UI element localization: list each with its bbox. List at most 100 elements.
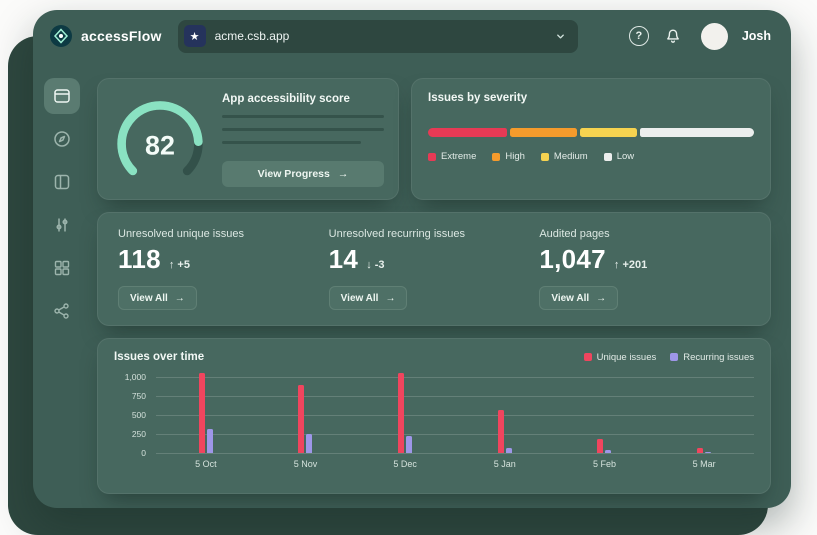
view-all-pages-button[interactable]: View All → bbox=[539, 286, 618, 310]
y-tick-label: 1,000 bbox=[125, 372, 146, 382]
sidebar-item-scan[interactable] bbox=[44, 78, 80, 114]
legend-label: Low bbox=[617, 151, 634, 162]
bar-group: 5 Jan bbox=[498, 377, 512, 453]
bar-pair bbox=[597, 439, 611, 453]
chart-legend-item: Unique issues bbox=[584, 352, 657, 363]
brand-logo: accessFlow bbox=[49, 24, 162, 48]
stat-value: 14 bbox=[329, 244, 359, 275]
sidebar-item-layout[interactable] bbox=[44, 164, 80, 200]
y-tick-label: 0 bbox=[141, 448, 146, 458]
notifications-button[interactable] bbox=[663, 26, 683, 46]
legend-label: Extreme bbox=[441, 151, 476, 162]
severity-legend-item: Extreme bbox=[428, 151, 476, 162]
domain-selector[interactable]: ★ acme.csb.app bbox=[178, 20, 578, 53]
bar-group: 5 Mar bbox=[697, 377, 711, 453]
arrow-right-icon: → bbox=[175, 293, 185, 304]
bar-group: 5 Nov bbox=[298, 377, 312, 453]
legend-label: Recurring issues bbox=[683, 352, 754, 363]
y-tick-label: 250 bbox=[132, 429, 146, 439]
x-tick-label: 5 Feb bbox=[593, 459, 616, 469]
severity-segment-extreme bbox=[428, 128, 507, 137]
arrow-right-icon: → bbox=[385, 293, 395, 304]
legend-swatch bbox=[584, 353, 592, 361]
legend-label: Unique issues bbox=[597, 352, 657, 363]
score-value: 82 bbox=[145, 130, 175, 160]
y-tick-label: 500 bbox=[132, 410, 146, 420]
bar-recurring-issues bbox=[605, 450, 611, 453]
stat-unresolved-recurring: Unresolved recurring issues 14 ↓ -3 View… bbox=[329, 228, 540, 310]
bar-recurring-issues bbox=[306, 434, 312, 453]
skeleton-line bbox=[222, 128, 384, 131]
issues-by-severity-card: Issues by severity ExtremeHighMediumLow bbox=[411, 78, 771, 200]
stat-audited-pages: Audited pages 1,047 ↑ +201 View All → bbox=[539, 228, 750, 310]
sidebar-item-share[interactable] bbox=[44, 293, 80, 329]
stat-change: ↑ +5 bbox=[169, 259, 190, 271]
topbar-actions: ? Josh bbox=[629, 23, 771, 50]
topbar: accessFlow ★ acme.csb.app ? Josh bbox=[33, 10, 791, 62]
chart-legend: Unique issues Recurring issues bbox=[584, 352, 754, 363]
legend-swatch bbox=[604, 153, 612, 161]
app-window: accessFlow ★ acme.csb.app ? Josh bbox=[33, 10, 791, 508]
bar-recurring-issues bbox=[506, 448, 512, 453]
skeleton-line bbox=[222, 115, 384, 118]
stat-value-row: 14 ↓ -3 bbox=[329, 244, 385, 275]
legend-label: High bbox=[505, 151, 525, 162]
bar-pair bbox=[398, 373, 412, 453]
stat-value: 118 bbox=[118, 244, 161, 275]
bar-group: 5 Oct bbox=[199, 377, 213, 453]
chart: 1,0007505002500 5 Oct5 Nov5 Dec5 Jan5 Fe… bbox=[114, 377, 754, 483]
chart-y-axis: 1,0007505002500 bbox=[114, 377, 146, 453]
sidebar-item-sliders[interactable] bbox=[44, 207, 80, 243]
bar-pair bbox=[298, 385, 312, 453]
view-all-label: View All bbox=[130, 293, 168, 304]
x-tick-label: 5 Oct bbox=[195, 459, 217, 469]
x-tick-label: 5 Dec bbox=[393, 459, 417, 469]
bar-pair bbox=[199, 373, 213, 453]
stat-change: ↓ -3 bbox=[366, 259, 384, 271]
x-tick-label: 5 Mar bbox=[693, 459, 716, 469]
stat-unresolved-unique: Unresolved unique issues 118 ↑ +5 View A… bbox=[118, 228, 329, 310]
y-tick-label: 750 bbox=[132, 391, 146, 401]
user-avatar[interactable] bbox=[701, 23, 728, 50]
severity-segment-low bbox=[640, 128, 754, 137]
x-tick-label: 5 Nov bbox=[294, 459, 318, 469]
stat-value: 1,047 bbox=[539, 244, 606, 275]
severity-segment-medium bbox=[580, 128, 637, 137]
issues-over-time-card: Issues over time Unique issuesRecurring … bbox=[97, 338, 771, 494]
view-all-unique-button[interactable]: View All → bbox=[118, 286, 197, 310]
bar-recurring-issues bbox=[207, 429, 213, 453]
grid-icon bbox=[52, 258, 72, 278]
bar-recurring-issues bbox=[406, 436, 412, 453]
severity-legend-item: High bbox=[492, 151, 525, 162]
arrow-right-icon: → bbox=[596, 293, 606, 304]
severity-legend-item: Low bbox=[604, 151, 634, 162]
severity-bar bbox=[428, 128, 754, 137]
accessflow-logo-icon bbox=[49, 24, 73, 48]
share-icon bbox=[52, 301, 72, 321]
stat-value-row: 118 ↑ +5 bbox=[118, 244, 190, 275]
score-gauge: 82 bbox=[112, 91, 208, 187]
score-card-right: App accessibility score View Progress → bbox=[222, 91, 384, 187]
bell-icon bbox=[663, 26, 683, 46]
view-all-recurring-button[interactable]: View All → bbox=[329, 286, 408, 310]
chevron-down-icon bbox=[555, 31, 566, 42]
bar-group: 5 Feb bbox=[597, 377, 611, 453]
stat-label: Audited pages bbox=[539, 228, 609, 240]
help-icon[interactable]: ? bbox=[629, 26, 649, 46]
bar-unique-issues bbox=[398, 373, 404, 453]
view-progress-button[interactable]: View Progress → bbox=[222, 161, 384, 187]
brand-name: accessFlow bbox=[81, 28, 162, 44]
chart-header: Issues over time Unique issuesRecurring … bbox=[114, 351, 754, 363]
bar-unique-issues bbox=[298, 385, 304, 453]
sidebar-item-compass[interactable] bbox=[44, 121, 80, 157]
legend-swatch bbox=[492, 153, 500, 161]
sidebar-item-grid[interactable] bbox=[44, 250, 80, 286]
severity-legend-item: Medium bbox=[541, 151, 588, 162]
stat-value-row: 1,047 ↑ +201 bbox=[539, 244, 647, 275]
main-content: 82 App accessibility score View Progress… bbox=[91, 62, 791, 508]
view-all-label: View All bbox=[551, 293, 589, 304]
legend-label: Medium bbox=[554, 151, 588, 162]
stat-change: ↑ +201 bbox=[614, 259, 647, 271]
bar-group: 5 Dec bbox=[398, 377, 412, 453]
sidebar bbox=[33, 62, 91, 508]
